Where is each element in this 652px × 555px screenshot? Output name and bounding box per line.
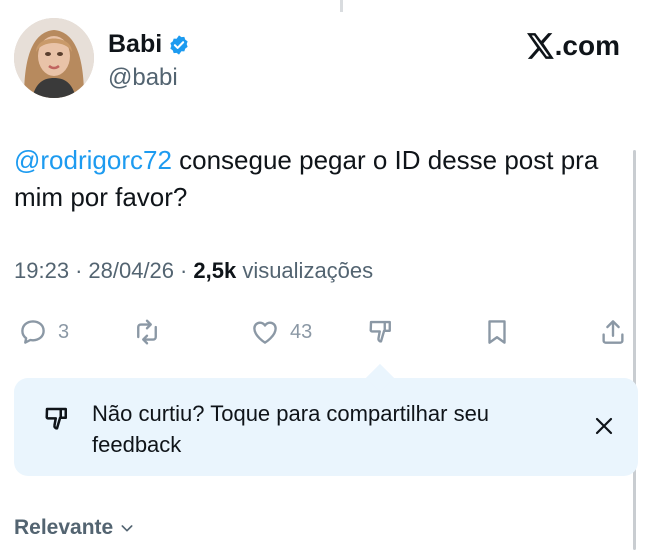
tweet-header: Babi @babi .com [14, 18, 652, 98]
top-divider [340, 0, 343, 12]
dislike-button[interactable] [366, 312, 396, 352]
chevron-down-icon [121, 525, 133, 532]
meta-separator: · [180, 258, 188, 283]
bookmark-icon [488, 320, 506, 344]
avatar[interactable] [14, 18, 94, 98]
heart-icon [253, 321, 277, 344]
avatar-image [14, 18, 94, 98]
thumbs-down-icon [369, 320, 391, 343]
reply-button[interactable]: 3 [18, 312, 69, 352]
tweet-time[interactable]: 19:23 [14, 258, 69, 284]
tweet-meta: 19:23 · 28/04/26 · 2,5k visualizações [14, 258, 373, 284]
tweet-date[interactable]: 28/04/26 [88, 258, 174, 284]
repost-button[interactable] [132, 312, 162, 352]
x-logo-icon [526, 33, 554, 59]
share-icon [602, 320, 624, 344]
close-icon[interactable] [592, 414, 616, 438]
mention-link[interactable]: @rodrigorc72 [14, 145, 172, 175]
repost-icon [137, 319, 157, 345]
like-count: 43 [290, 320, 313, 343]
tweet-text: @rodrigorc72 consegue pegar o ID desse p… [14, 142, 624, 216]
author-name[interactable]: Babi [108, 30, 162, 59]
sort-dropdown[interactable]: Relevante [14, 516, 135, 540]
reply-icon [21, 320, 45, 344]
like-button[interactable]: 43 [250, 312, 312, 352]
brand-domain: .com [554, 30, 620, 61]
brand-logo: .com [526, 30, 620, 62]
reply-count: 3 [58, 320, 70, 343]
sort-label: Relevante [14, 516, 114, 539]
feedback-prompt[interactable]: Não curtiu? Toque para compartilhar seu … [14, 378, 638, 476]
verified-badge-icon [170, 34, 188, 55]
share-button[interactable] [598, 312, 628, 352]
bookmark-button[interactable] [482, 312, 512, 352]
views-label: visualizações [242, 258, 374, 283]
feedback-text: Não curtiu? Toque para compartilhar seu … [92, 401, 490, 457]
meta-separator: · [75, 258, 83, 283]
name-row: Babi [108, 30, 190, 59]
views-count: 2,5k [193, 258, 237, 283]
author-handle[interactable]: @babi [108, 64, 178, 92]
thumbs-down-icon [45, 407, 67, 430]
action-bar: 3 43 [14, 312, 634, 352]
